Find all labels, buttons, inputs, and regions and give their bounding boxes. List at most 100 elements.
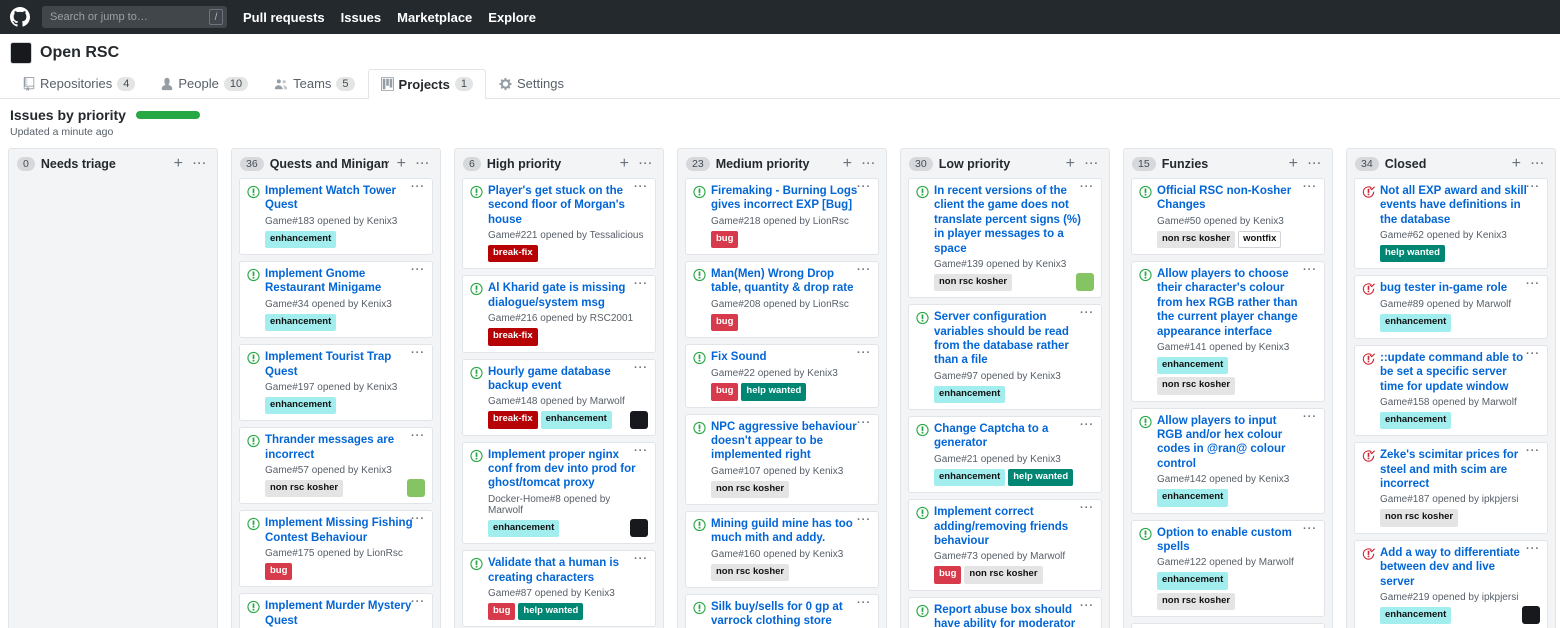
add-card-button[interactable]: + — [1287, 156, 1300, 172]
card-menu-button[interactable]: ··· — [1526, 278, 1540, 290]
nav-item-marketplace[interactable]: Marketplace — [397, 10, 472, 25]
card-menu-button[interactable]: ··· — [634, 181, 648, 193]
project-title[interactable]: Issues by priority — [10, 107, 126, 123]
tab-projects[interactable]: Projects1 — [368, 69, 486, 99]
issue-card[interactable]: ···bug tester in-game roleGame#89 opened… — [1354, 275, 1548, 338]
issue-title[interactable]: Implement proper nginx conf from dev int… — [488, 448, 636, 491]
card-menu-button[interactable]: ··· — [1526, 181, 1540, 193]
column-menu-button[interactable]: ··· — [637, 159, 655, 170]
issue-card[interactable]: ···NPC aggressive behaviour doesn't appe… — [685, 414, 879, 505]
issue-title[interactable]: Fix Sound — [711, 350, 767, 365]
nav-item-pull-requests[interactable]: Pull requests — [243, 10, 325, 25]
issue-title[interactable]: Player's get stuck on the second floor o… — [488, 184, 636, 227]
issue-title[interactable]: Report abuse box should have ability for… — [934, 603, 1082, 628]
issue-title[interactable]: In recent versions of the client the gam… — [934, 184, 1082, 256]
issue-title[interactable]: Al Kharid gate is missing dialogue/syste… — [488, 281, 636, 310]
card-menu-button[interactable]: ··· — [1080, 307, 1094, 319]
issue-title[interactable]: Implement correct adding/removing friend… — [934, 505, 1082, 548]
org-avatar[interactable] — [10, 42, 32, 64]
tab-settings[interactable]: Settings — [486, 69, 577, 98]
issue-card[interactable]: ···Fix SoundGame#22 opened by Kenix3bugh… — [685, 344, 879, 407]
issue-card[interactable]: ···Man(Men) Wrong Drop table, quantity &… — [685, 261, 879, 338]
card-menu-button[interactable]: ··· — [411, 181, 425, 193]
add-card-button[interactable]: + — [1510, 156, 1523, 172]
card-menu-button[interactable]: ··· — [634, 553, 648, 565]
card-menu-button[interactable]: ··· — [1303, 264, 1317, 276]
issue-title[interactable]: Server configuration variables should be… — [934, 310, 1082, 368]
issue-card[interactable]: ···Silk buy/sells for 0 gp at varrock cl… — [685, 594, 879, 628]
issue-title[interactable]: Implement Missing Fishing Contest Behavi… — [265, 516, 413, 545]
card-menu-button[interactable]: ··· — [634, 278, 648, 290]
issue-title[interactable]: Allow players to choose their character'… — [1157, 267, 1305, 339]
issue-title[interactable]: Zeke's scimitar prices for steel and mit… — [1380, 448, 1528, 491]
issue-title[interactable]: Mining guild mine has too much mith and … — [711, 517, 859, 546]
issue-card[interactable]: ···Server configuration variables should… — [908, 304, 1102, 410]
card-menu-button[interactable]: ··· — [857, 597, 871, 609]
issue-title[interactable]: Add a way to differentiate between dev a… — [1380, 546, 1528, 589]
issue-title[interactable]: Allow players to input RGB and/or hex co… — [1157, 414, 1305, 472]
card-menu-button[interactable]: ··· — [1303, 523, 1317, 535]
issue-card[interactable]: ···Change Captcha to a generatorGame#21 … — [908, 416, 1102, 493]
column-menu-button[interactable]: ··· — [1529, 159, 1547, 170]
issue-card[interactable]: ···Implement Missing Fishing Contest Beh… — [239, 510, 433, 587]
issue-card[interactable]: ···Report abuse box should have ability … — [908, 597, 1102, 628]
column-menu-button[interactable]: ··· — [1306, 159, 1324, 170]
issue-card[interactable]: ···Not all EXP award and skill events ha… — [1354, 178, 1548, 269]
issue-title[interactable]: Implement Tourist Trap Quest — [265, 350, 413, 379]
card-menu-button[interactable]: ··· — [1526, 445, 1540, 457]
issue-card[interactable]: ···Implement correct adding/removing fri… — [908, 499, 1102, 590]
issue-title[interactable]: Implement Watch Tower Quest — [265, 184, 413, 213]
issue-title[interactable]: Change Captcha to a generator — [934, 422, 1082, 451]
card-menu-button[interactable]: ··· — [411, 513, 425, 525]
card-menu-button[interactable]: ··· — [1080, 600, 1094, 612]
card-menu-button[interactable]: ··· — [634, 362, 648, 374]
issue-title[interactable]: Not all EXP award and skill events have … — [1380, 184, 1528, 227]
issue-card[interactable]: ···Implement Murder Mystery QuestGame#18… — [239, 593, 433, 628]
issue-card[interactable]: ···Zeke's scimitar prices for steel and … — [1354, 442, 1548, 533]
issue-title[interactable]: Hourly game database backup event — [488, 365, 636, 394]
add-card-button[interactable]: + — [841, 156, 854, 172]
issue-title[interactable]: Official RSC non-Kosher Changes — [1157, 184, 1305, 213]
issue-card[interactable]: ···Implement Tourist Trap QuestGame#197 … — [239, 344, 433, 421]
card-menu-button[interactable]: ··· — [857, 181, 871, 193]
card-menu-button[interactable]: ··· — [411, 430, 425, 442]
issue-title[interactable]: Man(Men) Wrong Drop table, quantity & dr… — [711, 267, 859, 296]
card-menu-button[interactable]: ··· — [1526, 348, 1540, 360]
issue-title[interactable]: Implement Gnome Restaurant Minigame — [265, 267, 413, 296]
issue-card[interactable]: ···Add a way to differentiate between de… — [1354, 540, 1548, 628]
issue-card[interactable]: ···Allow players to choose their charact… — [1131, 261, 1325, 402]
issue-card[interactable]: ···Thrander messages are incorrectGame#5… — [239, 427, 433, 504]
add-card-button[interactable]: + — [172, 156, 185, 172]
tab-repositories[interactable]: Repositories4 — [10, 69, 148, 98]
issue-card[interactable]: ···Firemaking - Burning Logs gives incor… — [685, 178, 879, 255]
tab-teams[interactable]: Teams5 — [261, 69, 367, 98]
issue-title[interactable]: Thrander messages are incorrect — [265, 433, 413, 462]
card-menu-button[interactable]: ··· — [411, 264, 425, 276]
column-menu-button[interactable]: ··· — [191, 159, 209, 170]
card-menu-button[interactable]: ··· — [1303, 411, 1317, 423]
issue-title[interactable]: Firemaking - Burning Logs gives incorrec… — [711, 184, 859, 213]
issue-card[interactable]: ···Option to enable custom spellsGame#12… — [1131, 520, 1325, 617]
issue-title[interactable]: bug tester in-game role — [1380, 281, 1507, 296]
add-card-button[interactable]: + — [1064, 156, 1077, 172]
card-menu-button[interactable]: ··· — [857, 347, 871, 359]
card-menu-button[interactable]: ··· — [1080, 419, 1094, 431]
card-menu-button[interactable]: ··· — [857, 264, 871, 276]
github-logo-icon[interactable] — [10, 7, 30, 27]
search-input[interactable] — [42, 11, 227, 23]
issue-title[interactable]: Implement Murder Mystery Quest — [265, 599, 413, 628]
add-card-button[interactable]: + — [395, 156, 408, 172]
issue-title[interactable]: Silk buy/sells for 0 gp at varrock cloth… — [711, 600, 859, 628]
card-menu-button[interactable]: ··· — [1080, 502, 1094, 514]
nav-item-explore[interactable]: Explore — [488, 10, 536, 25]
issue-card[interactable]: ···In recent versions of the client the … — [908, 178, 1102, 298]
card-menu-button[interactable]: ··· — [1526, 543, 1540, 555]
column-menu-button[interactable]: ··· — [1083, 159, 1101, 170]
card-menu-button[interactable]: ··· — [411, 347, 425, 359]
issue-title[interactable]: Option to enable custom spells — [1157, 526, 1305, 555]
issue-card[interactable]: ···Implement Gnome Restaurant MinigameGa… — [239, 261, 433, 338]
issue-card[interactable]: ···Official RSC non-Kosher ChangesGame#5… — [1131, 178, 1325, 255]
issue-card[interactable]: ···Be able to completely disable lottery… — [1131, 623, 1325, 628]
issue-card[interactable]: ···Allow players to input RGB and/or hex… — [1131, 408, 1325, 514]
tab-people[interactable]: People10 — [148, 69, 261, 98]
